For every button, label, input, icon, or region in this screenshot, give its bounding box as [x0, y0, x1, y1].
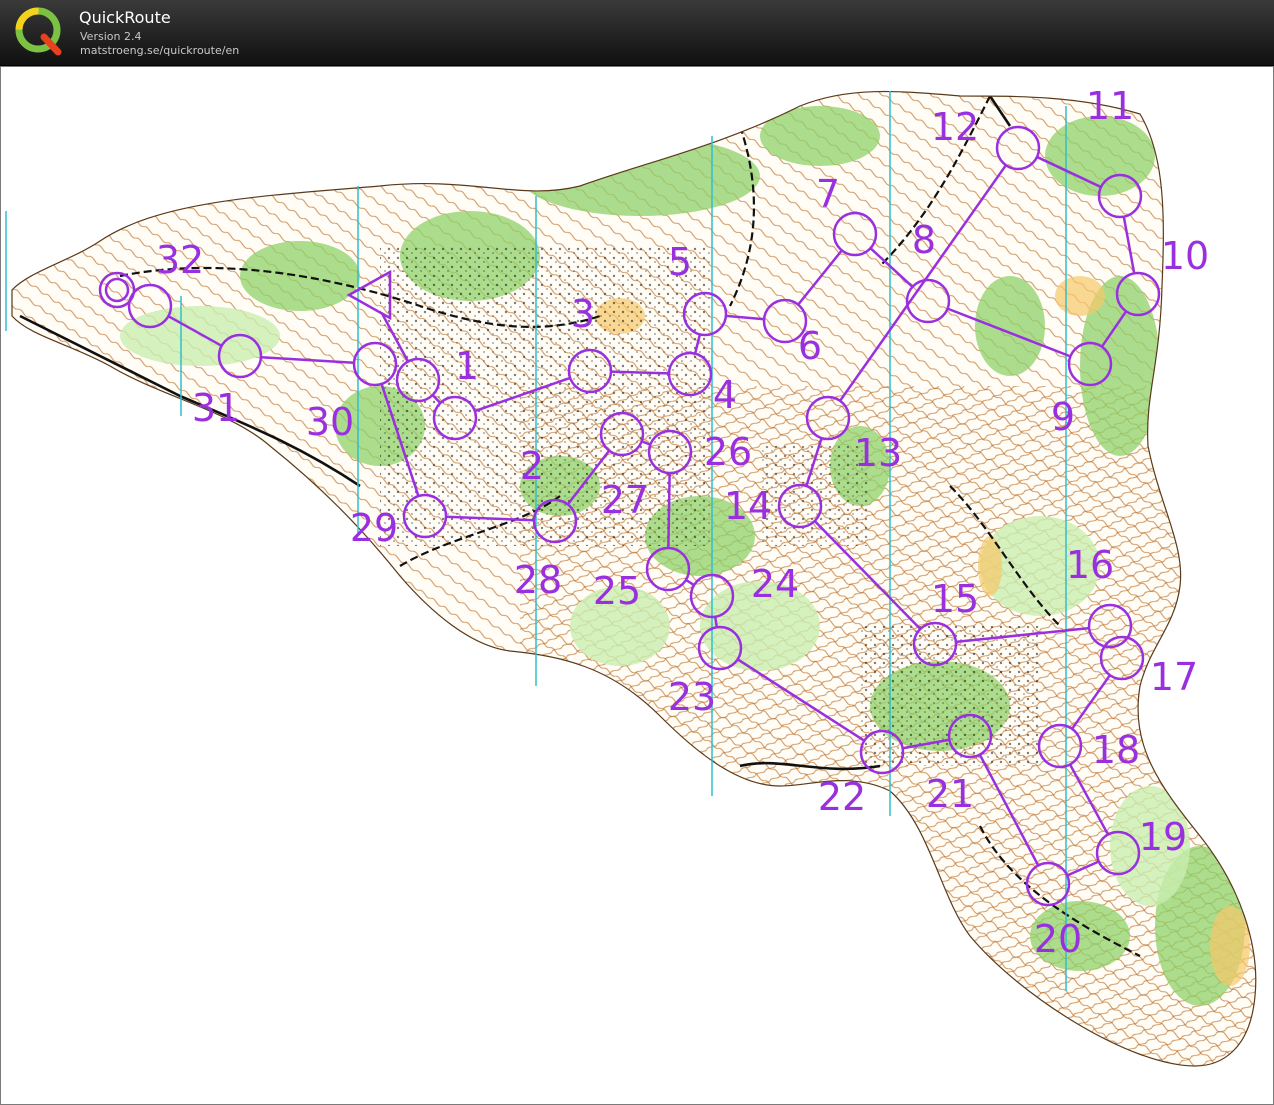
control-number: 5	[668, 240, 692, 284]
control-number: 7	[816, 172, 840, 216]
control-number: 25	[593, 569, 641, 613]
control-number: 14	[724, 484, 772, 528]
app-version: Version 2.4	[80, 30, 142, 43]
course-leg	[610, 370, 670, 375]
control-number: 4	[713, 373, 737, 417]
app-url[interactable]: matstroeng.se/quickroute/en	[80, 44, 239, 57]
control-number: 26	[704, 430, 752, 474]
control-number: 10	[1161, 234, 1209, 278]
control-number: 30	[306, 400, 354, 444]
control-number: 20	[1034, 917, 1082, 961]
control-number: 12	[931, 105, 979, 149]
title-bar: QuickRoute Version 2.4 matstroeng.se/qui…	[0, 0, 1274, 66]
control-number: 3	[571, 292, 595, 336]
control-number: 9	[1051, 395, 1075, 439]
orienteering-map[interactable]: 1234567891011121314151617181920212223242…	[0, 66, 1274, 1105]
control-number: 6	[798, 324, 822, 368]
control-number: 8	[912, 218, 936, 262]
quickroute-logo-icon	[15, 7, 62, 56]
control-number: 15	[931, 577, 979, 621]
control-number: 23	[668, 675, 716, 719]
control-number: 22	[818, 775, 866, 819]
course-leg	[667, 472, 671, 549]
control-number: 24	[751, 562, 799, 606]
control-number: 1	[455, 344, 479, 388]
app-title: QuickRoute	[79, 8, 171, 27]
control-number: 29	[350, 506, 398, 550]
control-number: 27	[601, 478, 649, 522]
course-leg	[713, 616, 719, 628]
control-number: 11	[1086, 84, 1134, 128]
control-number: 19	[1139, 815, 1187, 859]
control-number: 28	[514, 558, 562, 602]
control-number: 32	[156, 238, 204, 282]
control-number: 21	[926, 772, 974, 816]
control-number: 16	[1066, 543, 1114, 587]
control-number: 2	[520, 444, 544, 488]
control-number: 13	[854, 431, 902, 475]
control-number: 17	[1150, 655, 1198, 699]
control-number: 31	[192, 386, 240, 430]
control-number: 18	[1092, 728, 1140, 772]
